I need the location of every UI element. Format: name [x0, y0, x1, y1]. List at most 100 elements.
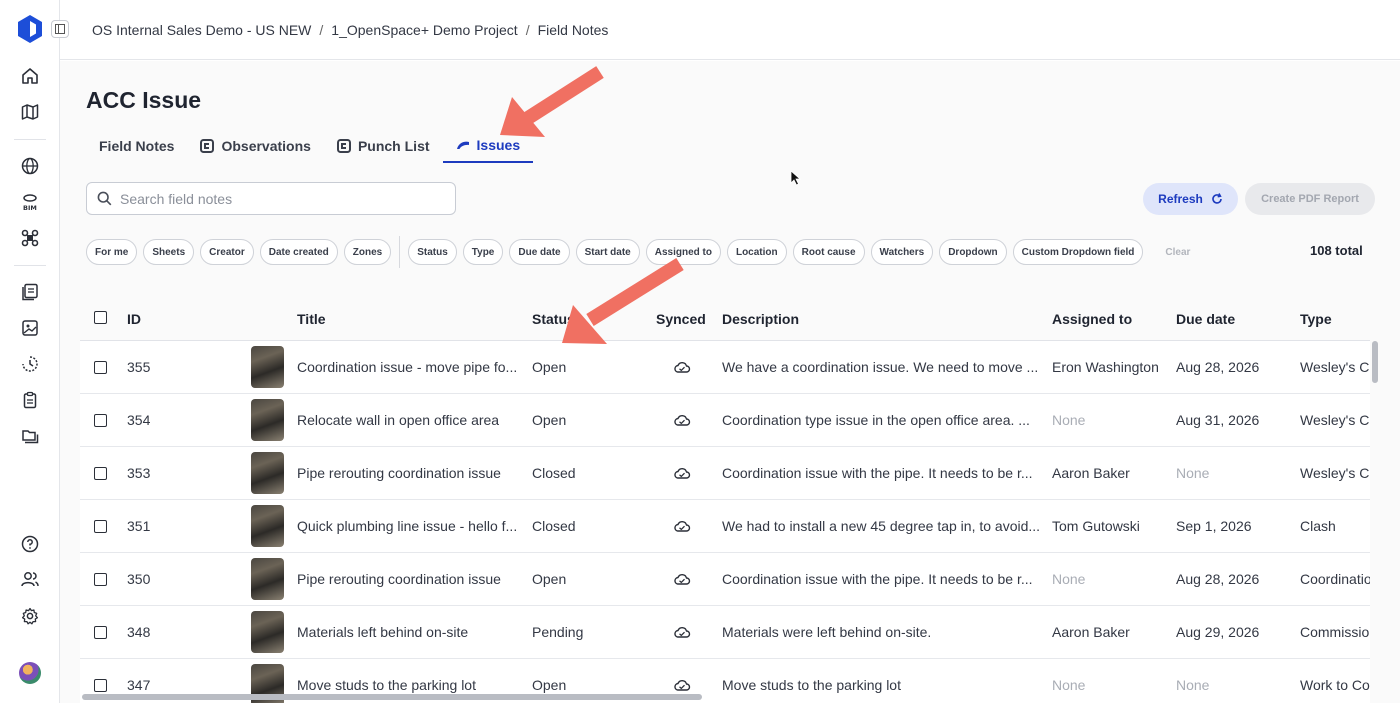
row-checkbox[interactable]	[94, 467, 107, 480]
total-count: 108 total	[1310, 243, 1363, 258]
help-icon[interactable]	[19, 533, 41, 555]
issue-thumbnail[interactable]	[251, 399, 284, 441]
cell-title: Pipe rerouting coordination issue	[297, 571, 501, 587]
tab-issues[interactable]: Issues	[442, 129, 534, 163]
filter-chip-zones[interactable]: Zones	[343, 239, 392, 265]
select-all-checkbox[interactable]	[94, 311, 107, 324]
table-row[interactable]: 348 Materials left behind on-site Pending M…	[80, 606, 1370, 659]
cell-title: Coordination issue - move pipe fo...	[297, 359, 518, 375]
filter-chip-sheets[interactable]: Sheets	[143, 239, 195, 265]
cell-assigned-to: Tom Gutowski	[1052, 518, 1140, 534]
cell-description: Move studs to the parking lot	[722, 677, 901, 693]
filter-chip-status[interactable]: Status	[408, 239, 457, 265]
filter-chip-custom-dropdown[interactable]: Custom Dropdown field	[1012, 239, 1144, 265]
cell-type: Clash	[1300, 518, 1336, 534]
cell-description: We have a coordination issue. We need to…	[722, 359, 1039, 375]
column-header-description[interactable]: Description	[722, 311, 799, 327]
tab-field-notes[interactable]: Field Notes	[86, 129, 187, 163]
cell-status: Open	[532, 571, 567, 587]
cell-assigned-to: Eron Washington	[1052, 359, 1159, 375]
filter-chip-root-cause[interactable]: Root cause	[792, 239, 865, 265]
filter-chip-dropdown[interactable]: Dropdown	[939, 239, 1007, 265]
issue-thumbnail[interactable]	[251, 558, 284, 600]
mouse-cursor-icon	[790, 170, 801, 186]
cell-id: 354	[127, 412, 151, 428]
row-checkbox[interactable]	[94, 520, 107, 533]
breadcrumb-item-current[interactable]: Field Notes	[538, 22, 609, 38]
column-header-status[interactable]: Status	[532, 311, 575, 327]
column-header-due-date[interactable]: Due date	[1176, 311, 1235, 327]
tab-bar: Field Notes Observations Punch List Issu…	[86, 129, 534, 163]
issue-thumbnail[interactable]	[251, 346, 284, 388]
cell-assigned-to: None	[1052, 571, 1086, 587]
breadcrumb-item-project[interactable]: 1_OpenSpace+ Demo Project	[331, 22, 517, 38]
cell-status: Closed	[532, 465, 576, 481]
synced-cloud-icon	[674, 521, 691, 532]
vertical-scrollbar[interactable]	[1372, 341, 1378, 383]
filter-chip-type[interactable]: Type	[462, 239, 504, 265]
row-checkbox[interactable]	[94, 626, 107, 639]
cell-status: Pending	[532, 624, 584, 640]
column-header-type[interactable]: Type	[1300, 311, 1332, 327]
tab-punch-list[interactable]: Punch List	[324, 129, 443, 163]
row-checkbox[interactable]	[94, 361, 107, 374]
cell-due-date: None	[1176, 677, 1210, 693]
user-avatar[interactable]	[19, 662, 41, 684]
breadcrumb-item-org[interactable]: OS Internal Sales Demo - US NEW	[92, 22, 311, 38]
create-pdf-report-button[interactable]: Create PDF Report	[1245, 183, 1375, 215]
issue-thumbnail[interactable]	[251, 611, 284, 653]
page-title: ACC Issue	[86, 87, 202, 113]
horizontal-scrollbar[interactable]	[82, 694, 702, 700]
row-checkbox[interactable]	[94, 414, 107, 427]
image-icon[interactable]	[19, 317, 41, 339]
openspace-logo-icon[interactable]	[16, 14, 44, 44]
row-checkbox[interactable]	[94, 573, 107, 586]
filter-chip-location[interactable]: Location	[726, 239, 787, 265]
refresh-button[interactable]: Refresh	[1143, 183, 1238, 215]
tab-observations[interactable]: Observations	[187, 129, 323, 163]
table-row[interactable]: 355 Coordination issue - move pipe fo... O…	[80, 341, 1370, 394]
filter-chip-start-date[interactable]: Start date	[575, 239, 640, 265]
filter-chip-assigned-to[interactable]: Assigned to	[645, 239, 721, 265]
globe-icon[interactable]	[19, 155, 41, 177]
app-window: BIM OS Internal Sales Demo - US NEW / 1_…	[0, 0, 1400, 703]
cell-id: 348	[127, 624, 151, 640]
cell-description: Coordination issue with the pipe. It nee…	[722, 465, 1033, 481]
issue-thumbnail[interactable]	[251, 452, 284, 494]
column-header-id[interactable]: ID	[127, 311, 141, 327]
column-header-assigned-to[interactable]: Assigned to	[1052, 311, 1132, 327]
reports-icon[interactable]	[19, 281, 41, 303]
table-row[interactable]: 353 Pipe rerouting coordination issue Clos…	[80, 447, 1370, 500]
filter-chip-for-me[interactable]: For me	[86, 239, 138, 265]
bim-icon[interactable]: BIM	[19, 191, 41, 213]
filter-chip-watchers[interactable]: Watchers	[870, 239, 934, 265]
cell-due-date: None	[1176, 465, 1210, 481]
filter-chip-creator[interactable]: Creator	[200, 239, 254, 265]
filter-bar: For me Sheets Creator Date created Zones…	[86, 236, 1190, 268]
history-icon[interactable]	[19, 353, 41, 375]
clear-filters-button[interactable]: Clear	[1165, 247, 1190, 258]
map-icon[interactable]	[19, 101, 41, 123]
issue-thumbnail[interactable]	[251, 505, 284, 547]
folders-icon[interactable]	[19, 425, 41, 447]
cell-id: 347	[127, 677, 151, 693]
cell-id: 353	[127, 465, 151, 481]
table-row[interactable]: 350 Pipe rerouting coordination issue Open…	[80, 553, 1370, 606]
settings-gear-icon[interactable]	[19, 605, 41, 627]
filter-chip-due-date[interactable]: Due date	[509, 239, 570, 265]
row-checkbox[interactable]	[94, 679, 107, 692]
column-header-title[interactable]: Title	[297, 311, 326, 327]
clipboard-icon[interactable]	[19, 389, 41, 411]
breadcrumb-separator: /	[525, 21, 530, 38]
users-icon[interactable]	[19, 568, 41, 590]
cell-status: Closed	[532, 518, 576, 534]
table-row[interactable]: 354 Relocate wall in open office area Open…	[80, 394, 1370, 447]
search-input[interactable]	[120, 190, 440, 207]
tab-label: Observations	[221, 138, 311, 154]
integrations-icon[interactable]	[19, 227, 41, 249]
table-row[interactable]: 351 Quick plumbing line issue - hello f..…	[80, 500, 1370, 553]
home-icon[interactable]	[19, 65, 41, 87]
cell-description: Coordination type issue in the open offi…	[722, 412, 1030, 428]
filter-chip-date-created[interactable]: Date created	[259, 239, 338, 265]
column-header-synced[interactable]: Synced	[656, 311, 706, 327]
